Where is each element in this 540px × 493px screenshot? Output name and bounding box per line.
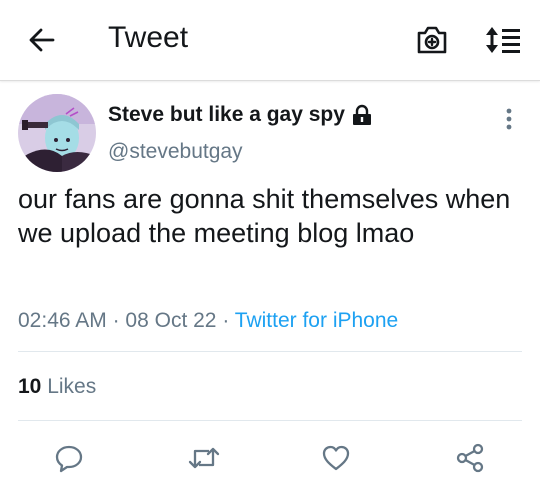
user-handle[interactable]: @stevebutgay [108,138,243,166]
back-button[interactable] [24,22,60,58]
more-vertical-icon [506,108,512,130]
likes-label: Likes [47,375,97,398]
reply-button[interactable] [49,438,89,478]
divider [18,420,522,421]
heart-icon [322,445,350,471]
tweet-date: 08 Oct 22 [125,309,217,332]
retweet-button[interactable] [184,438,224,478]
avatar-illustration [18,94,96,172]
tweet-source-link[interactable]: Twitter for iPhone [235,309,398,332]
arrow-left-icon [29,28,55,52]
share-icon [456,443,484,473]
display-name[interactable]: Steve but like a gay spy [108,103,345,127]
avatar[interactable] [18,94,96,172]
top-app-bar: Tweet [0,0,540,81]
tweet-text: our fans are gonna shit themselves when … [18,184,511,248]
share-button[interactable] [450,438,490,478]
reply-icon [55,445,83,473]
page-title: Tweet [108,21,189,54]
tweet-time: 02:46 AM [18,309,107,332]
likes-stat[interactable]: 10 Likes [18,372,96,402]
sort-button[interactable] [482,22,524,58]
likes-count: 10 [18,375,42,398]
tweet-meta: 02:46 AM · 08 Oct 22 · Twitter for iPhon… [18,306,398,336]
retweet-icon [188,447,220,469]
lock-icon [351,104,373,126]
meta-separator: · [222,309,230,332]
sort-list-icon [486,27,520,53]
divider [18,351,522,352]
camera-plus-icon [417,26,447,54]
like-button[interactable] [316,438,356,478]
meta-separator: · [112,309,120,332]
more-options-button[interactable] [494,102,524,136]
camera-button[interactable] [412,22,452,58]
author-name-row[interactable]: Steve but like a gay spy [108,100,373,130]
